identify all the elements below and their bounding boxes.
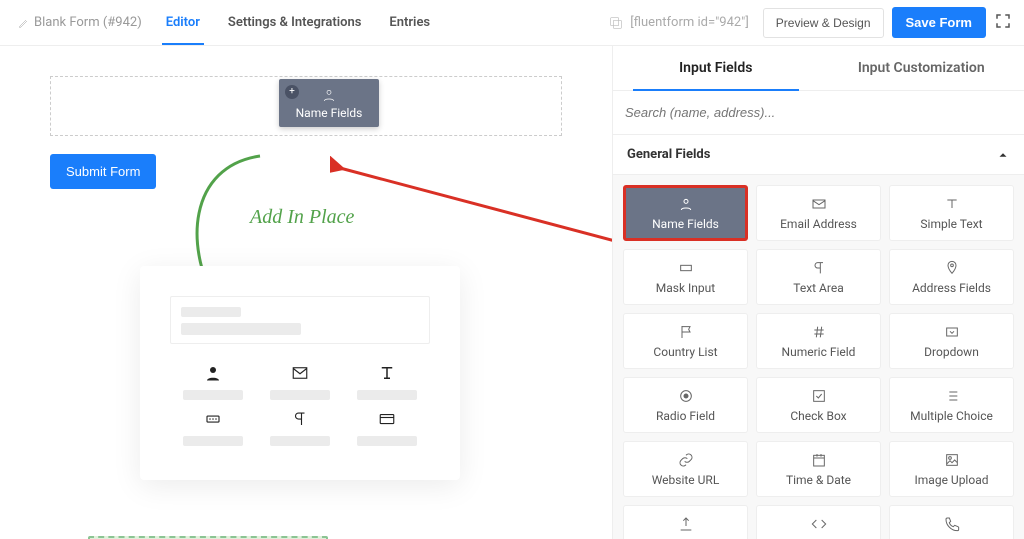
fullscreen-button[interactable] [994,12,1012,34]
field-tile-time-date[interactable]: Time & Date [756,441,881,497]
preview-field-placeholder [170,296,430,344]
text-icon [378,364,396,382]
sidebar-tab-customization[interactable]: Input Customization [819,46,1024,90]
code-icon [811,516,827,532]
mask-icon [204,410,222,428]
person-icon [321,87,337,103]
tab-settings[interactable]: Settings & Integrations [214,1,376,44]
radio-icon [678,388,694,404]
link-icon [678,452,694,468]
tab-editor[interactable]: Editor [152,1,214,44]
preview-button[interactable]: Preview & Design [763,8,884,38]
field-tile-checkbox[interactable]: Check Box [756,377,881,433]
shortcode-text: [fluentform id="942"] [630,15,749,30]
mask-icon [678,260,694,276]
shortcode-display[interactable]: [fluentform id="942"] [608,15,755,31]
field-tile-url[interactable]: Website URL [623,441,748,497]
field-tile-address[interactable]: Address Fields [889,249,1014,305]
mail-icon [291,364,309,382]
form-title[interactable]: Blank Form (#942) [12,15,148,30]
calendar-icon [811,452,827,468]
pin-icon [944,260,960,276]
field-grid: Name Fields Email Address Simple Text Ma… [613,175,1024,539]
preview-mask-icon-cell [178,410,248,446]
preview-mail-icon-cell [265,364,335,400]
canvas-panel: + Name Fields Submit Form Add In Place [0,46,612,539]
topbar-left: Blank Form (#942) Editor Settings & Inte… [12,1,444,44]
card-icon [378,410,396,428]
annotation-text: Add In Place [250,206,354,229]
field-tile-country[interactable]: Country List [623,313,748,369]
image-icon [944,452,960,468]
field-tile-dropdown[interactable]: Dropdown [889,313,1014,369]
submit-button[interactable]: Submit Form [50,154,156,189]
topbar: Blank Form (#942) Editor Settings & Inte… [0,0,1024,46]
text-icon [944,196,960,212]
dragging-field-chip[interactable]: + Name Fields [279,79,379,127]
flag-icon [678,324,694,340]
hash-icon [811,324,827,340]
section-title: General Fields [627,147,710,162]
field-tile-custom-html[interactable]: Custom HTML [756,505,881,539]
preview-icon-row-1 [170,364,430,400]
field-tile-textarea[interactable]: Text Area [756,249,881,305]
dropdown-icon [944,324,960,340]
person-icon [678,196,694,212]
sidebar-tabs: Input Fields Input Customization [613,46,1024,91]
topbar-right: [fluentform id="942"] Preview & Design S… [608,7,1012,38]
upload-icon [678,516,694,532]
phone-icon [944,516,960,532]
field-tile-simple-text[interactable]: Simple Text [889,185,1014,241]
field-tile-file-upload[interactable]: File Upload [623,505,748,539]
sidebar-tab-input-fields[interactable]: Input Fields [613,46,819,90]
field-search-input[interactable] [625,99,1012,126]
topbar-tabs: Editor Settings & Integrations Entries [152,1,444,44]
list-icon [944,388,960,404]
chevron-up-icon [996,148,1010,162]
user-icon [204,364,222,382]
red-arrow-annotation [330,156,612,246]
preview-user-icon-cell [178,364,248,400]
preview-icon-row-2 [170,410,430,446]
field-tile-email[interactable]: Email Address [756,185,881,241]
preview-paragraph-icon-cell [265,410,335,446]
copy-icon [608,15,624,31]
fields-sidebar: Input Fields Input Customization General… [612,46,1024,539]
field-tile-mask[interactable]: Mask Input [623,249,748,305]
paragraph-icon [811,260,827,276]
check-icon [811,388,827,404]
pencil-icon [18,17,30,29]
form-dropzone[interactable]: + Name Fields [50,76,562,136]
form-title-text: Blank Form (#942) [34,15,142,30]
fullscreen-icon [994,12,1012,30]
drag-chip-label: Name Fields [296,106,363,120]
plus-icon: + [285,85,299,99]
general-fields-header[interactable]: General Fields [613,135,1024,175]
field-search-wrap [613,91,1024,135]
field-tile-numeric[interactable]: Numeric Field [756,313,881,369]
preview-card-icon-cell [352,410,422,446]
field-tile-multiple-choice[interactable]: Multiple Choice [889,377,1014,433]
field-tile-image-upload[interactable]: Image Upload [889,441,1014,497]
main: + Name Fields Submit Form Add In Place [0,46,1024,539]
form-preview-card [140,266,460,480]
field-tile-phone[interactable]: Phone/Mobile Field [889,505,1014,539]
mail-icon [811,196,827,212]
paragraph-icon [291,410,309,428]
preview-text-icon-cell [352,364,422,400]
tab-entries[interactable]: Entries [375,1,444,44]
field-tile-radio[interactable]: Radio Field [623,377,748,433]
field-tile-name[interactable]: Name Fields [623,185,748,241]
save-button[interactable]: Save Form [892,7,986,38]
